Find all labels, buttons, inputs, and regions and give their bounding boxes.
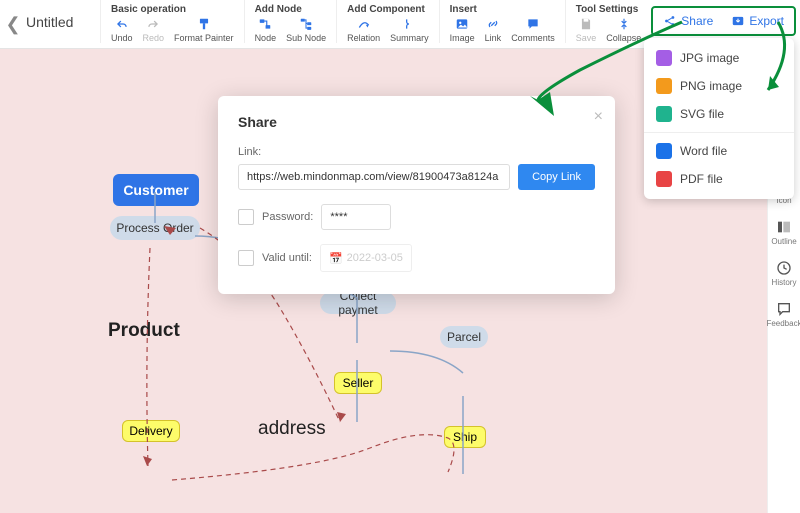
redo-icon xyxy=(145,17,161,31)
node-collect-payment[interactable]: Collect paymet xyxy=(320,292,396,314)
toolbar-item-label: Format Painter xyxy=(174,33,234,43)
password-checkbox[interactable] xyxy=(238,209,254,225)
group-label: Tool Settings xyxy=(576,4,642,15)
node-process-order[interactable]: Process Order xyxy=(110,216,200,240)
toolbar-link[interactable]: Link xyxy=(485,17,502,43)
node-icon xyxy=(257,17,273,31)
link-input[interactable] xyxy=(238,164,510,190)
toolbar-sub-node[interactable]: Sub Node xyxy=(286,17,326,43)
relation-icon xyxy=(356,17,372,31)
group-label: Add Component xyxy=(347,4,429,15)
toolbar-group: Add Node Node Sub Node xyxy=(244,0,337,43)
toolbar-format-painter[interactable]: Format Painter xyxy=(174,17,234,43)
valid-until-label: Valid until: xyxy=(262,252,312,264)
toolbar-item-label: Summary xyxy=(390,33,429,43)
valid-until-date[interactable]: 📅 2022-03-05 xyxy=(320,244,412,272)
back-button[interactable]: ❮ xyxy=(0,0,26,48)
subnode-icon xyxy=(298,17,314,31)
password-input[interactable] xyxy=(321,204,391,230)
side-outline[interactable]: Outline xyxy=(771,219,796,246)
toolbar-item-label: Sub Node xyxy=(286,33,326,43)
node-customer[interactable]: Customer xyxy=(113,174,199,206)
node-parcel[interactable]: Parcel xyxy=(440,326,488,348)
toolbar-item-label: Node xyxy=(255,33,277,43)
annotation-arrow xyxy=(520,20,800,200)
outline-icon xyxy=(776,219,792,235)
toolbar-summary[interactable]: Summary xyxy=(390,17,429,43)
document-title[interactable]: Untitled xyxy=(26,0,92,30)
node-ship[interactable]: Ship xyxy=(444,426,486,448)
toolbar-undo[interactable]: Undo xyxy=(111,17,133,43)
side-label: Outline xyxy=(771,237,796,246)
toolbar-item-label: Undo xyxy=(111,33,133,43)
toolbar-redo: Redo xyxy=(143,17,165,43)
undo-icon xyxy=(114,17,130,31)
calendar-icon: 📅 xyxy=(329,252,343,265)
node-delivery[interactable]: Delivery xyxy=(122,420,180,442)
side-label: Feedback xyxy=(766,319,800,328)
side-label: History xyxy=(772,278,797,287)
group-label: Basic operation xyxy=(111,4,234,15)
toolbar-group: Basic operation Undo Redo Format Painter xyxy=(100,0,244,43)
label-product: Product xyxy=(108,320,180,342)
toolbar-item-label: Image xyxy=(450,33,475,43)
feedback-icon xyxy=(776,301,792,317)
side-history[interactable]: History xyxy=(772,260,797,287)
node-seller[interactable]: Seller xyxy=(334,372,382,394)
toolbar-item-label: Redo xyxy=(143,33,165,43)
date-placeholder: 2022-03-05 xyxy=(347,252,403,264)
toolbar-image[interactable]: Image xyxy=(450,17,475,43)
group-label: Insert xyxy=(450,4,555,15)
image-icon xyxy=(454,17,470,31)
valid-until-checkbox[interactable] xyxy=(238,250,254,266)
summary-icon xyxy=(401,17,417,31)
format-painter-icon xyxy=(196,17,212,31)
toolbar-item-label: Link xyxy=(485,33,502,43)
side-feedback[interactable]: Feedback xyxy=(766,301,800,328)
group-label: Add Node xyxy=(255,4,327,15)
toolbar-item-label: Relation xyxy=(347,33,380,43)
toolbar-group: Add Component Relation Summary xyxy=(336,0,439,43)
history-icon xyxy=(776,260,792,276)
toolbar-node[interactable]: Node xyxy=(255,17,277,43)
toolbar-relation[interactable]: Relation xyxy=(347,17,380,43)
label-address: address xyxy=(258,418,326,440)
password-label: Password: xyxy=(262,211,313,223)
link-icon xyxy=(485,17,501,31)
